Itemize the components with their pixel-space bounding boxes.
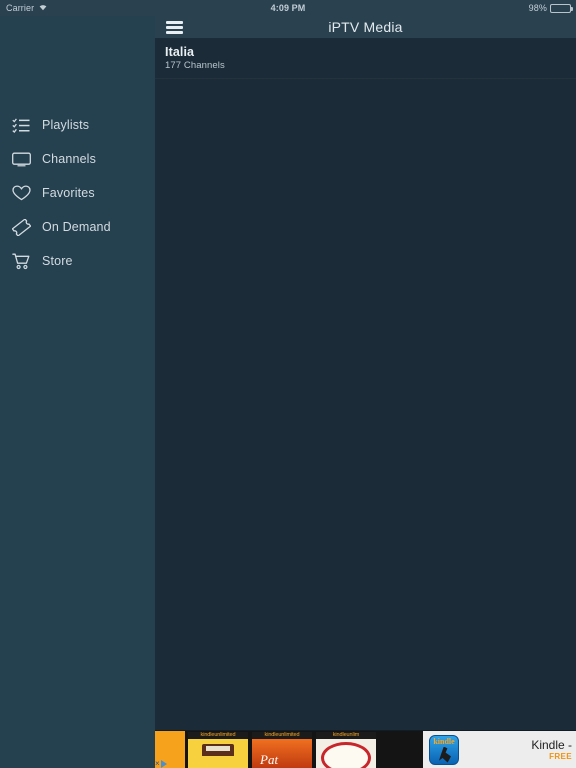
ad-banner[interactable]: × kindleunlimited kindleunlimited Pat ki… bbox=[155, 730, 576, 768]
heart-icon bbox=[8, 182, 34, 204]
page-title: iPTV Media bbox=[328, 19, 403, 35]
adchoices-close-icon[interactable]: × bbox=[155, 760, 160, 768]
ad-book-cover: kindleunlimited Pat bbox=[252, 732, 312, 768]
ad-app-text: Kindle - FREE bbox=[531, 738, 576, 761]
kindle-unlimited-label: kindleunlim bbox=[316, 732, 376, 739]
adchoices-triangle-icon[interactable] bbox=[160, 760, 167, 768]
hamburger-menu-icon[interactable] bbox=[166, 20, 183, 34]
kindle-app-icon[interactable]: kindle bbox=[429, 734, 459, 765]
ticket-icon bbox=[8, 216, 34, 238]
sidebar-item-label: Store bbox=[42, 254, 73, 268]
kindle-unlimited-label: kindleunlimited bbox=[252, 732, 312, 739]
ad-book-strip: kindleunlimited kindleunlimited Pat kind… bbox=[185, 731, 423, 768]
sidebar-item-on-demand[interactable]: On Demand bbox=[0, 210, 155, 244]
ad-book-cover: kindleunlim bbox=[316, 732, 376, 768]
sidebar-item-label: On Demand bbox=[42, 220, 111, 234]
ad-orange-edge: × bbox=[155, 731, 185, 768]
adchoices-icon[interactable]: × bbox=[155, 760, 167, 768]
kindle-icon-label: kindle bbox=[433, 736, 455, 746]
tv-monitor-icon bbox=[8, 148, 34, 170]
ad-creative[interactable]: × kindleunlimited kindleunlimited Pat ki… bbox=[155, 731, 423, 768]
sidebar: Playlists Channels Favorites On Demand S… bbox=[0, 16, 155, 768]
ad-app-price: FREE bbox=[549, 752, 572, 761]
ad-book-title: Pat bbox=[260, 752, 279, 767]
list-item[interactable]: Italia 177 Channels bbox=[155, 38, 576, 79]
playlist-icon bbox=[8, 114, 34, 136]
sidebar-item-playlists[interactable]: Playlists bbox=[0, 108, 155, 142]
main-panel: iPTV Media Italia 177 Channels × kindleu… bbox=[155, 16, 576, 768]
list-item-title: Italia bbox=[165, 45, 195, 59]
sidebar-item-label: Favorites bbox=[42, 186, 95, 200]
status-bar-time: 4:09 PM bbox=[270, 3, 306, 13]
ad-app-promo[interactable]: kindle Kindle - FREE bbox=[423, 731, 576, 768]
battery-icon bbox=[550, 3, 573, 13]
sidebar-item-label: Channels bbox=[42, 152, 97, 166]
body-wrapper: Playlists Channels Favorites On Demand S… bbox=[0, 16, 576, 768]
navigation-bar: iPTV Media bbox=[155, 16, 576, 38]
ad-book-cover: kindleunlimited bbox=[188, 732, 248, 768]
sidebar-item-store[interactable]: Store bbox=[0, 244, 155, 278]
shopping-cart-icon bbox=[8, 250, 34, 272]
kindle-unlimited-label: kindleunlimited bbox=[188, 732, 248, 739]
sidebar-item-favorites[interactable]: Favorites bbox=[0, 176, 155, 210]
kindle-reader-figure-icon bbox=[439, 746, 451, 763]
sidebar-item-channels[interactable]: Channels bbox=[0, 142, 155, 176]
status-bar: Carrier 4:09 PM 98% bbox=[0, 0, 576, 16]
ad-app-title: Kindle - bbox=[531, 738, 572, 752]
app-root: Carrier 4:09 PM 98% Playlists Channels F… bbox=[0, 0, 576, 768]
playlist-list: Italia 177 Channels bbox=[155, 38, 576, 730]
list-item-subtitle: 177 Channels bbox=[165, 60, 225, 71]
sidebar-item-label: Playlists bbox=[42, 118, 90, 132]
